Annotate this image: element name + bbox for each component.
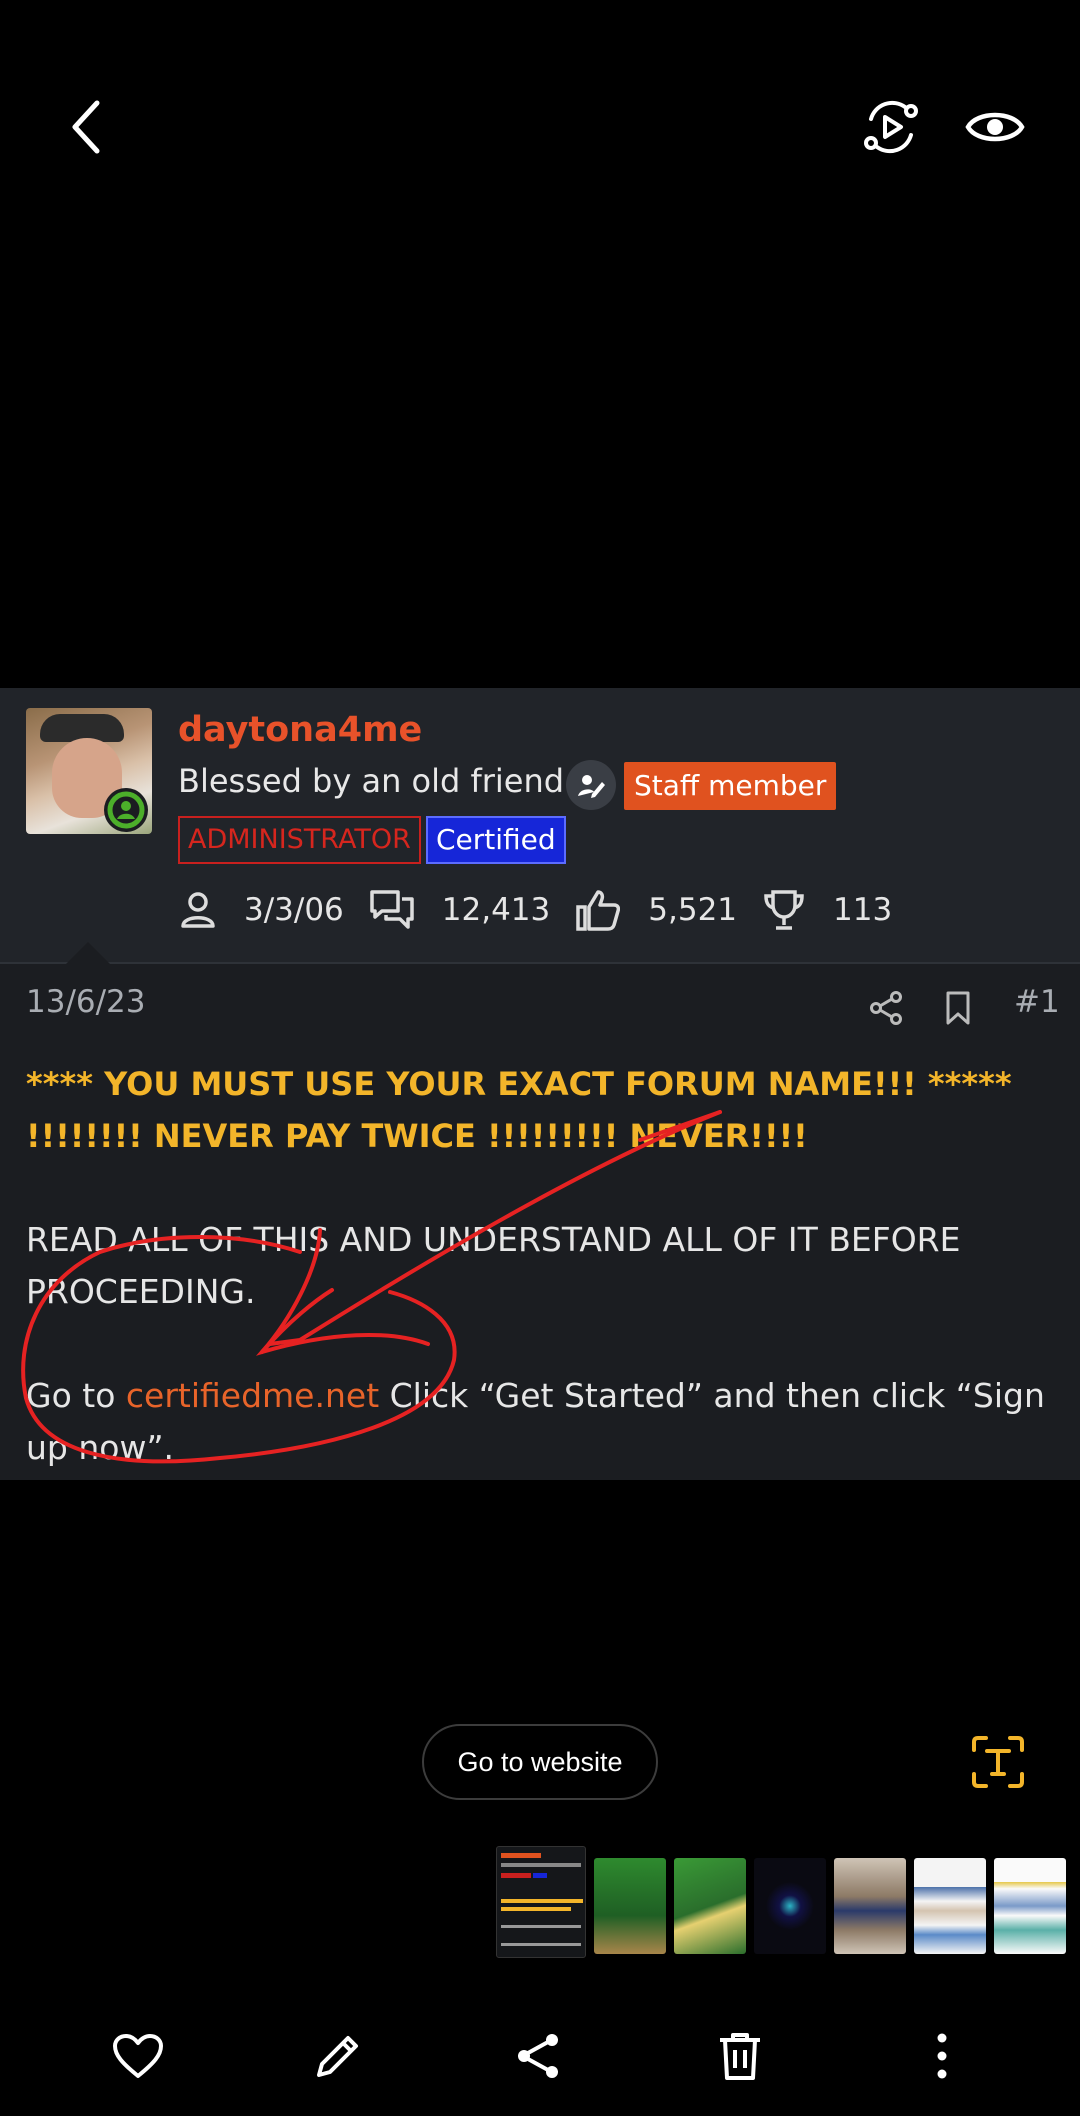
staff-member-badge: Staff member bbox=[624, 762, 837, 810]
stat-messages: 12,413 bbox=[370, 889, 550, 931]
warning-line-2: !!!!!!!! NEVER PAY TWICE !!!!!!!!! NEVER… bbox=[26, 1117, 808, 1155]
author-stats: 3/3/06 12,413 5,521 113 bbox=[180, 884, 918, 936]
motion-photo-icon bbox=[864, 100, 918, 154]
certifiedme-link[interactable]: certifiedme.net bbox=[126, 1376, 379, 1415]
favorite-button[interactable] bbox=[100, 2018, 176, 2094]
motion-photo-button[interactable] bbox=[856, 92, 926, 162]
bookmark-icon bbox=[946, 991, 970, 1025]
stat-reactions-value: 5,521 bbox=[648, 892, 738, 928]
thumbnail[interactable] bbox=[834, 1858, 906, 1954]
forum-post: daytona4me Blessed by an old friend. Sta… bbox=[0, 688, 1080, 1480]
post-share-button[interactable] bbox=[868, 990, 908, 1030]
messages-icon bbox=[370, 890, 414, 929]
thumbnail-current[interactable] bbox=[496, 1846, 586, 1958]
thumbnail[interactable] bbox=[674, 1858, 746, 1954]
more-options-button[interactable] bbox=[904, 2018, 980, 2094]
post-body: **** YOU MUST USE YOUR EXACT FORUM NAME!… bbox=[26, 1058, 1056, 1474]
username[interactable]: daytona4me bbox=[178, 710, 422, 750]
thumbnail[interactable] bbox=[754, 1858, 826, 1954]
viewer-top-bar bbox=[0, 0, 1080, 260]
user-edit-icon bbox=[566, 760, 616, 810]
edit-button[interactable] bbox=[300, 2018, 376, 2094]
author-pointer bbox=[66, 942, 110, 964]
stat-messages-value: 12,413 bbox=[441, 892, 551, 928]
heart-icon bbox=[113, 2034, 163, 2078]
warning-line-1: **** YOU MUST USE YOUR EXACT FORUM NAME!… bbox=[26, 1065, 1012, 1103]
edit-icon bbox=[317, 2036, 358, 2077]
instruction-paragraph-1: READ ALL OF THIS AND UNDERSTAND ALL OF I… bbox=[26, 1220, 961, 1311]
delete-icon bbox=[720, 2033, 760, 2080]
text-extract-button[interactable] bbox=[970, 1734, 1026, 1790]
thumbnail[interactable] bbox=[594, 1858, 666, 1954]
online-status-icon bbox=[104, 788, 148, 832]
stat-reactions: 5,521 bbox=[576, 889, 737, 931]
stat-points-value: 113 bbox=[833, 892, 893, 928]
thumbnail[interactable] bbox=[994, 1858, 1066, 1954]
thumbs-up-icon bbox=[576, 890, 621, 931]
stat-joined-value: 3/3/06 bbox=[244, 892, 344, 928]
back-button[interactable] bbox=[52, 92, 122, 162]
post-date[interactable]: 13/6/23 bbox=[26, 984, 146, 1020]
go-to-website-button[interactable]: Go to website bbox=[422, 1724, 658, 1800]
more-icon bbox=[937, 2033, 947, 2079]
share-button[interactable] bbox=[500, 2018, 576, 2094]
viewer-bottom-bar bbox=[0, 2000, 1080, 2116]
text-extract-icon bbox=[972, 1736, 1024, 1788]
stat-points: 113 bbox=[763, 889, 892, 931]
chevron-left-icon bbox=[72, 100, 100, 154]
share-icon bbox=[870, 991, 902, 1025]
eye-icon bbox=[965, 112, 1025, 142]
post-number[interactable]: #1 bbox=[1014, 984, 1060, 1020]
stat-joined: 3/3/06 bbox=[180, 891, 344, 929]
eye-button[interactable] bbox=[960, 92, 1030, 162]
author-panel: daytona4me Blessed by an old friend. Sta… bbox=[0, 688, 1080, 964]
thumbnail[interactable] bbox=[914, 1858, 986, 1954]
user-icon bbox=[181, 892, 215, 928]
administrator-banner: ADMINISTRATOR bbox=[178, 816, 421, 864]
certified-banner: Certified bbox=[426, 816, 566, 864]
share-icon bbox=[518, 2034, 558, 2078]
delete-button[interactable] bbox=[702, 2018, 778, 2094]
thumbnail-strip bbox=[496, 1846, 1066, 1958]
trophy-icon bbox=[764, 890, 804, 930]
user-title: Blessed by an old friend. bbox=[178, 762, 575, 800]
instruction-paragraph-2: Go to certifiedme.net Click “Get Started… bbox=[26, 1370, 1056, 1474]
para2-prefix: Go to bbox=[26, 1376, 126, 1415]
post-bookmark-button[interactable] bbox=[942, 990, 982, 1030]
